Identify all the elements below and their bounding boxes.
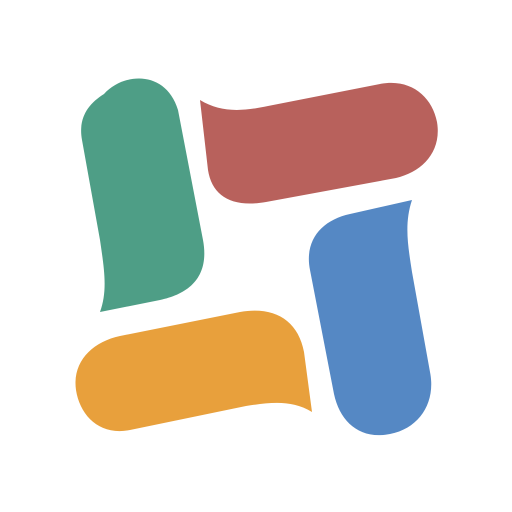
- green-bubble-icon: [81, 78, 205, 312]
- orange-bubble-icon: [75, 310, 313, 432]
- blue-bubble-icon: [308, 200, 432, 436]
- pinwheel-logo-icon: [75, 78, 438, 436]
- red-bubble-icon: [200, 82, 438, 204]
- app-logo: [0, 0, 512, 512]
